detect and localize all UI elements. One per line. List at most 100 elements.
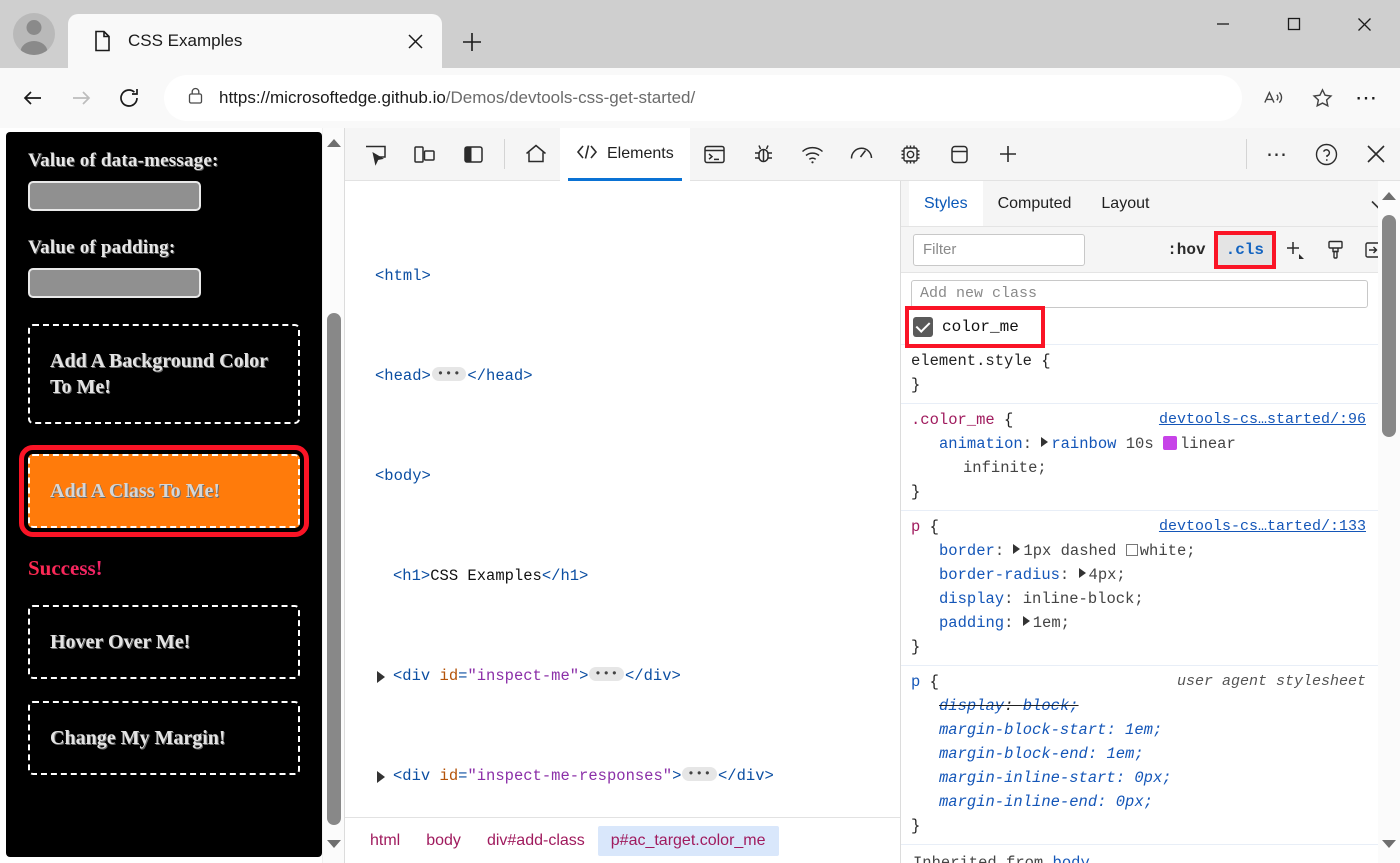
breadcrumb-item-body[interactable]: body — [413, 826, 474, 856]
new-tab-button[interactable] — [450, 20, 494, 64]
declaration-margin-block-start[interactable]: margin-block-start: 1em; — [901, 718, 1378, 742]
filter-input[interactable]: Filter — [913, 233, 1085, 266]
styles-scrollbar-thumb[interactable] — [1382, 215, 1396, 437]
brush-icon[interactable] — [1318, 233, 1352, 267]
declaration-margin-block-end[interactable]: margin-block-end: 1em; — [901, 742, 1378, 766]
rule-color-me[interactable]: .color_me { devtools-cs…started/:96 anim… — [901, 404, 1378, 511]
tab-layout[interactable]: Layout — [1086, 181, 1164, 226]
dom-line-head[interactable]: <head> ••• </head> — [345, 364, 900, 389]
plus-new-rule-icon[interactable] — [1278, 233, 1312, 267]
close-icon[interactable] — [400, 26, 430, 56]
dom-tree-pane: <html> <head> ••• </head> <body> <h1>CSS E… — [345, 181, 901, 863]
page-scrollbar[interactable] — [322, 128, 344, 863]
demo-page: Value of data-message: Value of padding:… — [6, 132, 322, 857]
add-class-box[interactable]: Add A Class To Me! — [19, 445, 309, 537]
rule-element-style[interactable]: element.style { } — [901, 345, 1378, 404]
add-background-color-box[interactable]: Add A Background Color To Me! — [28, 324, 300, 424]
filter-placeholder: Filter — [923, 241, 957, 258]
scroll-up-arrow-icon[interactable] — [1378, 185, 1400, 207]
rule-source-user-agent: user agent stylesheet — [1176, 673, 1366, 690]
styles-pane: Styles Computed Layout Filter :hov .cls … — [901, 181, 1400, 863]
success-message: Success! — [28, 556, 300, 581]
rule-p-user-agent[interactable]: p { user agent stylesheet display: block… — [901, 666, 1378, 845]
dom-tree[interactable]: <html> <head> ••• </head> <body> <h1>CSS E… — [345, 181, 900, 817]
selector-color-me: .color_me — [911, 411, 995, 429]
expand-triangle-icon — [377, 771, 385, 783]
class-toggle-color-me[interactable]: color_me — [905, 306, 1045, 348]
content-area: Value of data-message: Value of padding:… — [0, 127, 1400, 863]
address-bar[interactable]: https://microsoftedge.github.io/Demos/de… — [164, 75, 1242, 121]
declaration-border[interactable]: border: 1px dashed white; — [901, 539, 1378, 563]
close-icon[interactable] — [1351, 131, 1400, 177]
device-emulation-icon[interactable] — [400, 131, 449, 177]
browser-tab[interactable]: CSS Examples — [68, 14, 442, 68]
rule-source-link[interactable]: devtools-cs…started/:96 — [1159, 408, 1366, 432]
declaration-animation[interactable]: animation: rainbow 10s linear — [901, 432, 1378, 456]
avatar — [13, 13, 55, 55]
performance-gauge-icon[interactable] — [837, 131, 886, 177]
reload-icon[interactable] — [106, 75, 152, 121]
declaration-display[interactable]: display: inline-block; — [901, 587, 1378, 611]
page-scrollbar-thumb[interactable] — [327, 313, 341, 825]
dom-line-html[interactable]: <html> — [345, 264, 900, 289]
declaration-margin-inline-end[interactable]: margin-inline-end: 0px; — [901, 790, 1378, 814]
tab-elements[interactable]: Elements — [560, 127, 690, 181]
styles-rules-list[interactable]: Add new class color_me element.style {}… — [901, 273, 1400, 863]
star-icon[interactable] — [1302, 78, 1342, 118]
dock-panel-icon[interactable] — [449, 131, 498, 177]
dom-line-body[interactable]: <body> — [345, 464, 900, 489]
maximize-icon[interactable] — [1258, 0, 1329, 48]
toggle-element-state-button[interactable]: :hov — [1161, 237, 1211, 263]
declaration-border-radius[interactable]: border-radius: 4px; — [901, 563, 1378, 587]
property-name: display — [939, 697, 1005, 715]
dom-line-inspect-me[interactable]: <div id="inspect-me"> ••• </div> — [345, 664, 900, 689]
browser-toolbar: https://microsoftedge.github.io/Demos/de… — [0, 68, 1400, 128]
ellipsis-icon[interactable]: ⋯ — [1344, 75, 1390, 121]
back-arrow-icon[interactable] — [10, 75, 56, 121]
debugger-bug-icon[interactable] — [739, 131, 788, 177]
breadcrumb-item-p-ac-target[interactable]: p#ac_target.color_me — [597, 825, 779, 856]
help-question-icon[interactable] — [1302, 131, 1351, 177]
breadcrumb-item-div-add-class[interactable]: div#add-class — [474, 826, 598, 856]
home-icon[interactable] — [511, 131, 560, 177]
read-aloud-icon[interactable] — [1254, 78, 1294, 118]
inspect-element-icon[interactable] — [351, 131, 400, 177]
checkbox-checked-icon[interactable] — [913, 317, 933, 337]
application-database-icon[interactable] — [935, 131, 984, 177]
scroll-down-arrow-icon[interactable] — [323, 833, 345, 855]
plus-icon[interactable] — [984, 131, 1033, 177]
close-icon[interactable] — [1329, 0, 1400, 48]
class-name-label: color_me — [942, 318, 1019, 336]
devtools: Elements ⋯ <html> <head> ••• </head> <bo… — [344, 127, 1400, 863]
scroll-up-arrow-icon[interactable] — [323, 132, 345, 154]
add-new-class-input[interactable]: Add new class — [911, 280, 1368, 308]
tab-styles[interactable]: Styles — [909, 181, 983, 226]
inherited-from-link[interactable]: body — [1053, 854, 1090, 863]
declaration-animation-cont: infinite; — [963, 459, 1047, 477]
dom-line-h1[interactable]: <h1>CSS Examples</h1> — [345, 564, 900, 589]
ellipsis-icon[interactable]: ⋯ — [1253, 131, 1302, 177]
declaration-display-struck[interactable]: display: block; — [901, 694, 1378, 718]
profile-button[interactable] — [0, 0, 68, 68]
dom-line-inspect-me-responses[interactable]: <div id="inspect-me-responses"> ••• </div> — [345, 764, 900, 789]
minimize-icon[interactable] — [1187, 0, 1258, 48]
styles-scrollbar[interactable] — [1378, 181, 1400, 863]
declaration-margin-inline-start[interactable]: margin-inline-start: 0px; — [901, 766, 1378, 790]
breadcrumb-item-html[interactable]: html — [357, 826, 413, 856]
selector-p-ua: p — [911, 673, 921, 691]
tab-computed[interactable]: Computed — [983, 181, 1087, 226]
data-message-input[interactable] — [28, 181, 201, 211]
network-wifi-icon[interactable] — [788, 131, 837, 177]
padding-input[interactable] — [28, 268, 201, 298]
memory-chip-icon[interactable] — [886, 131, 935, 177]
element-classes-button[interactable]: .cls — [1213, 230, 1277, 269]
declaration-padding[interactable]: padding: 1em; — [901, 611, 1378, 635]
rule-source-link[interactable]: devtools-cs…tarted/:133 — [1159, 515, 1366, 539]
lock-icon — [186, 86, 205, 110]
hover-over-box[interactable]: Hover Over Me! — [28, 605, 300, 679]
console-icon[interactable] — [690, 131, 739, 177]
toolbar-divider-right — [1246, 139, 1247, 169]
rule-p-author[interactable]: p { devtools-cs…tarted/:133 border: 1px … — [901, 511, 1378, 666]
scroll-down-arrow-icon[interactable] — [1378, 833, 1400, 855]
change-margin-box[interactable]: Change My Margin! — [28, 701, 300, 775]
